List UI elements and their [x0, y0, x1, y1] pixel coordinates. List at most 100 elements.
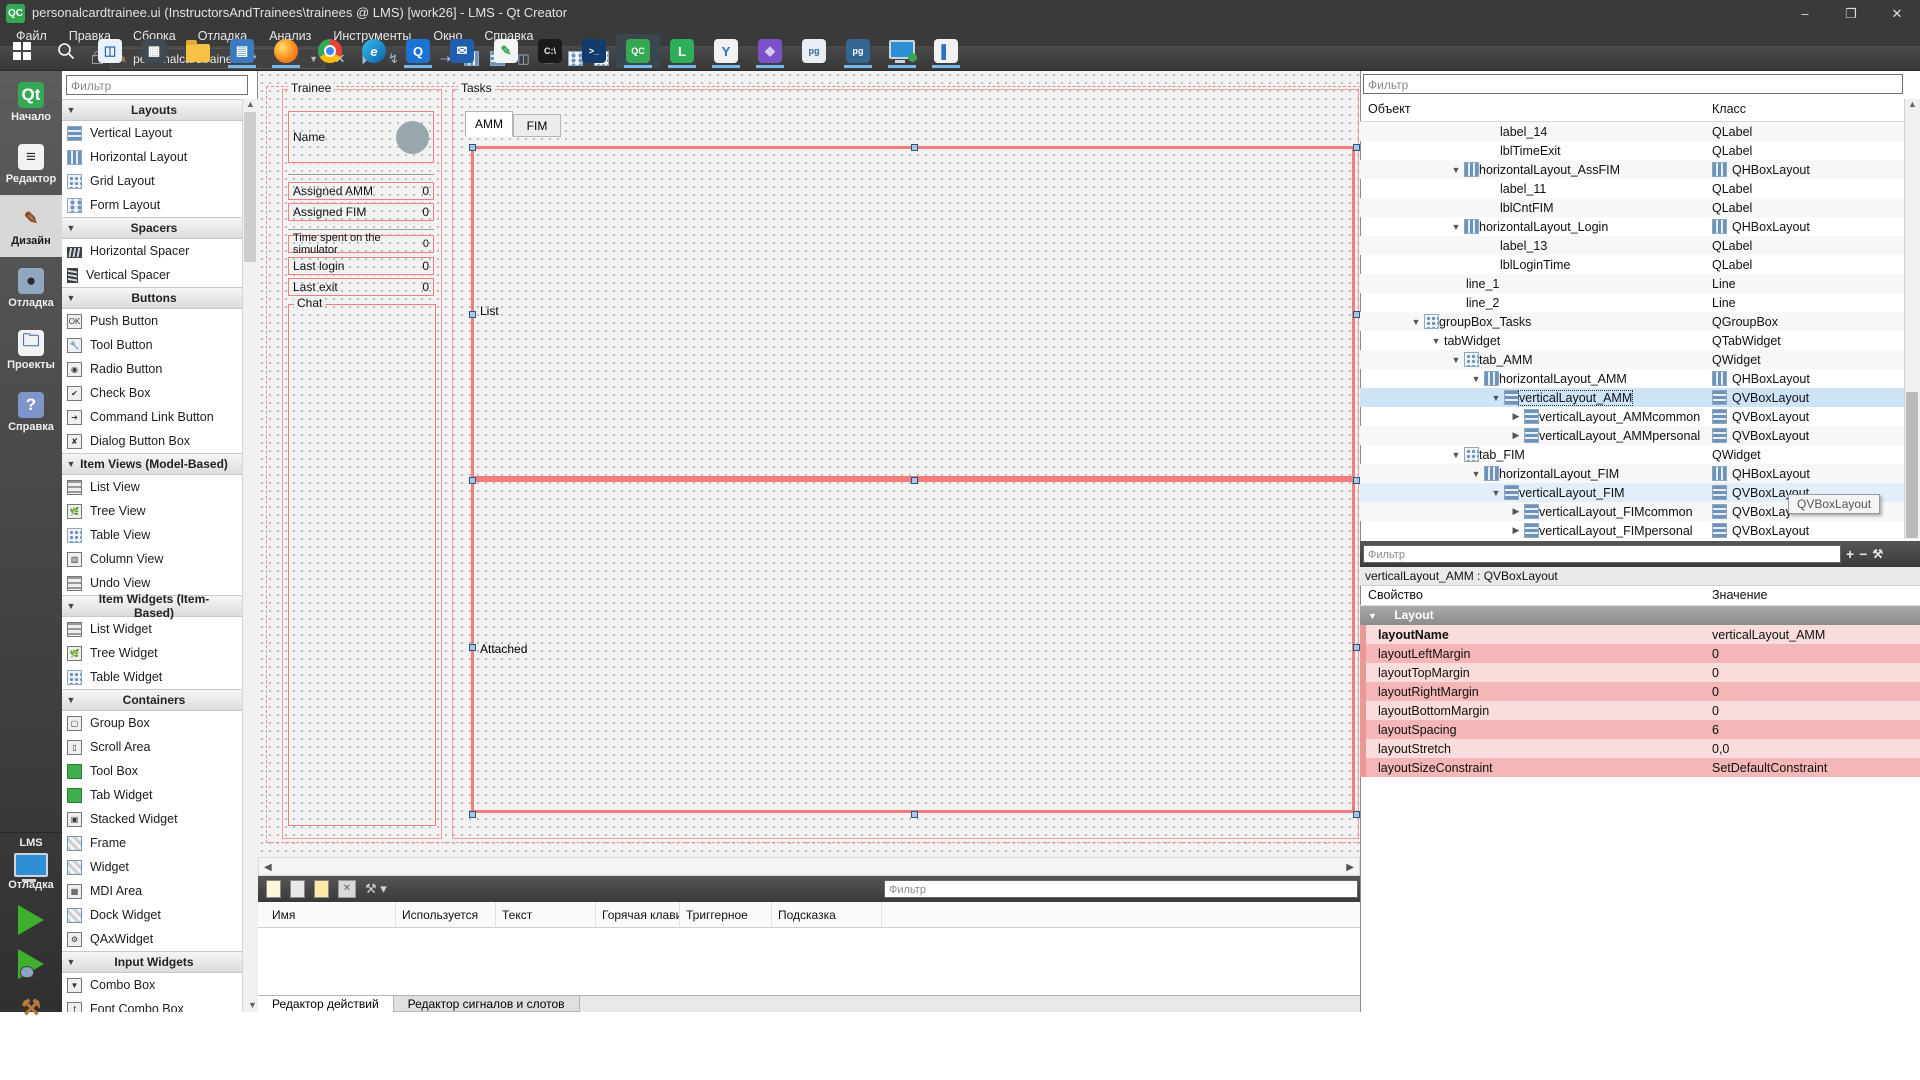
mode-[interactable]: ?Справка: [0, 381, 62, 443]
widget-item-tab-widget[interactable]: Tab Widget: [62, 783, 242, 807]
property-row-layoutleftmargin[interactable]: layoutLeftMargin0: [1360, 644, 1920, 663]
property-value[interactable]: verticalLayout_AMM: [1712, 628, 1920, 642]
widget-item-command-link-button[interactable]: ➔Command Link Button: [62, 405, 242, 429]
widget-item-tree-widget[interactable]: 🌿Tree Widget: [62, 641, 242, 665]
widget-item-table-view[interactable]: Table View: [62, 523, 242, 547]
widget-item-tool-button[interactable]: 🔧Tool Button: [62, 333, 242, 357]
qe-app[interactable]: ▤: [220, 34, 264, 68]
tree-row-verticallayout-ammpersonal[interactable]: ▶ verticalLayout_AMMpersonalQVBoxLayout: [1360, 426, 1905, 445]
configure-properties-icon[interactable]: ⚒: [1872, 547, 1883, 561]
tab-amm[interactable]: AMM: [465, 111, 513, 137]
property-row-layouttopmargin[interactable]: layoutTopMargin0: [1360, 663, 1920, 682]
widget-category-buttons[interactable]: ▼Buttons: [62, 287, 242, 309]
widget-item-font-combo-box[interactable]: fFont Combo Box: [62, 997, 242, 1012]
widget-item-dialog-button-box[interactable]: ✘Dialog Button Box: [62, 429, 242, 453]
value-column-header[interactable]: Значение: [1712, 588, 1767, 602]
tree-row-horizontallayout-fim[interactable]: ▼ horizontalLayout_FIMQHBoxLayout: [1360, 464, 1905, 483]
selection-handle[interactable]: [469, 644, 476, 651]
amm-attached-layout[interactable]: Attached: [471, 479, 1355, 813]
selection-handle[interactable]: [469, 144, 476, 151]
new-action-icon[interactable]: [266, 880, 281, 898]
widget-item-qaxwidget[interactable]: ⚙QAxWidget: [62, 927, 242, 951]
selection-handle[interactable]: [1353, 477, 1360, 484]
mode-[interactable]: ●Отладка: [0, 257, 62, 319]
property-value[interactable]: 0,0: [1712, 742, 1920, 756]
tree-row-label-13[interactable]: label_13QLabel: [1360, 236, 1905, 255]
assigned-amm-row[interactable]: Assigned AMM0: [288, 182, 434, 200]
property-row-layoutbottommargin[interactable]: layoutBottomMargin0: [1360, 701, 1920, 720]
widget-item-tool-box[interactable]: Tool Box: [62, 759, 242, 783]
expander-open-icon[interactable]: ▼: [1408, 317, 1424, 327]
postgres-app[interactable]: pg: [792, 34, 836, 68]
last-exit-row[interactable]: Last exit0: [288, 278, 434, 296]
action-column-[interactable]: Подсказка: [772, 902, 882, 928]
mail-app[interactable]: ✉: [440, 34, 484, 68]
powershell-app[interactable]: >_: [572, 34, 616, 68]
expander-closed-icon[interactable]: ▶: [1508, 506, 1524, 517]
object-inspector-filter-input[interactable]: Фильтр: [1363, 74, 1903, 94]
chrome-app[interactable]: [308, 34, 352, 68]
widget-category-input-widgets[interactable]: ▼Input Widgets: [62, 951, 242, 973]
start-button[interactable]: [0, 34, 44, 68]
action-editor-filter-input[interactable]: Фильтр: [884, 880, 1358, 898]
l-app[interactable]: L: [660, 34, 704, 68]
canvas-horizontal-scrollbar[interactable]: ◀ ▶: [258, 857, 1360, 876]
expander-open-icon[interactable]: ▼: [1468, 374, 1484, 384]
widget-item-list-widget[interactable]: List Widget: [62, 617, 242, 641]
class-column-header[interactable]: Класс: [1712, 102, 1746, 116]
trainee-groupbox[interactable]: Trainee Name Assigned AMM0 Assigned FIM0…: [282, 89, 442, 839]
notes-app[interactable]: ✎: [484, 34, 528, 68]
widget-category-item-widgets-item-based[interactable]: ▼Item Widgets (Item-Based): [62, 595, 242, 617]
property-value[interactable]: 6: [1712, 723, 1920, 737]
tab-[interactable]: Редактор сигналов и слотов: [394, 996, 580, 1012]
widget-item-push-button[interactable]: OKPush Button: [62, 309, 242, 333]
expander-open-icon[interactable]: ▼: [1448, 355, 1464, 365]
widget-item-frame[interactable]: Frame: [62, 831, 242, 855]
widget-item-scroll-area[interactable]: ▯Scroll Area: [62, 735, 242, 759]
explorer-app[interactable]: [176, 34, 220, 68]
tree-row-lbltimeexit[interactable]: lblTimeExitQLabel: [1360, 141, 1905, 160]
minimize-button[interactable]: –: [1782, 0, 1828, 27]
property-value[interactable]: SetDefaultConstraint: [1712, 761, 1920, 775]
expander-open-icon[interactable]: ▼: [1448, 222, 1464, 232]
object-column-header[interactable]: Объект: [1368, 102, 1411, 116]
widget-item-table-widget[interactable]: Table Widget: [62, 665, 242, 689]
scroll-left-icon[interactable]: ◀: [264, 862, 272, 873]
tree-row-horizontallayout-assfim[interactable]: ▼ horizontalLayout_AssFIMQHBoxLayout: [1360, 160, 1905, 179]
widget-item-form-layout[interactable]: Form Layout: [62, 193, 242, 217]
tree-row-groupbox-tasks[interactable]: ▼ groupBox_TasksQGroupBox: [1360, 312, 1905, 331]
mode-[interactable]: ✎Дизайн: [0, 195, 62, 257]
action-column-[interactable]: Текст: [496, 902, 596, 928]
widget-category-item-views-model-based[interactable]: ▼Item Views (Model-Based): [62, 453, 242, 475]
tree-row-label-14[interactable]: label_14QLabel: [1360, 122, 1905, 141]
assigned-fim-row[interactable]: Assigned FIM0: [288, 203, 434, 221]
widget-box-scroll-thumb[interactable]: [244, 112, 256, 262]
name-row[interactable]: Name: [288, 111, 434, 163]
tab-fim[interactable]: FIM: [513, 114, 561, 137]
tree-row-horizontallayout-amm[interactable]: ▼ horizontalLayout_AMMQHBoxLayout: [1360, 369, 1905, 388]
terminal-app[interactable]: C:\: [528, 34, 572, 68]
property-value[interactable]: 0: [1712, 647, 1920, 661]
q-app[interactable]: Q: [396, 34, 440, 68]
expander-open-icon[interactable]: ▼: [1448, 165, 1464, 175]
action-column-[interactable]: Используется: [396, 902, 496, 928]
remove-property-icon[interactable]: −: [1859, 546, 1867, 562]
widget-item-dock-widget[interactable]: Dock Widget: [62, 903, 242, 927]
widget-item-grid-layout[interactable]: Grid Layout: [62, 169, 242, 193]
selection-handle[interactable]: [1353, 811, 1360, 818]
property-filter-input[interactable]: Фильтр: [1363, 545, 1841, 563]
close-button[interactable]: ✕: [1874, 0, 1920, 27]
property-column-header[interactable]: Свойство: [1368, 588, 1423, 602]
expander-open-icon[interactable]: ▼: [1488, 393, 1504, 403]
widget-item-horizontal-spacer[interactable]: Horizontal Spacer: [62, 239, 242, 263]
tasks-groupbox[interactable]: Tasks AMM FIM List Attached: [452, 89, 1359, 839]
widget-item-stacked-widget[interactable]: ▣Stacked Widget: [62, 807, 242, 831]
widget-category-spacers[interactable]: ▼Spacers: [62, 217, 242, 239]
property-row-layoutspacing[interactable]: layoutSpacing6: [1360, 720, 1920, 739]
widget-item-mdi-area[interactable]: ▦MDI Area: [62, 879, 242, 903]
property-value[interactable]: 0: [1712, 685, 1920, 699]
maximize-button[interactable]: ❐: [1828, 0, 1874, 27]
action-column-[interactable]: Триггерное: [680, 902, 772, 928]
tab-[interactable]: Редактор действий: [258, 996, 394, 1012]
mode-[interactable]: QtНачало: [0, 71, 62, 133]
